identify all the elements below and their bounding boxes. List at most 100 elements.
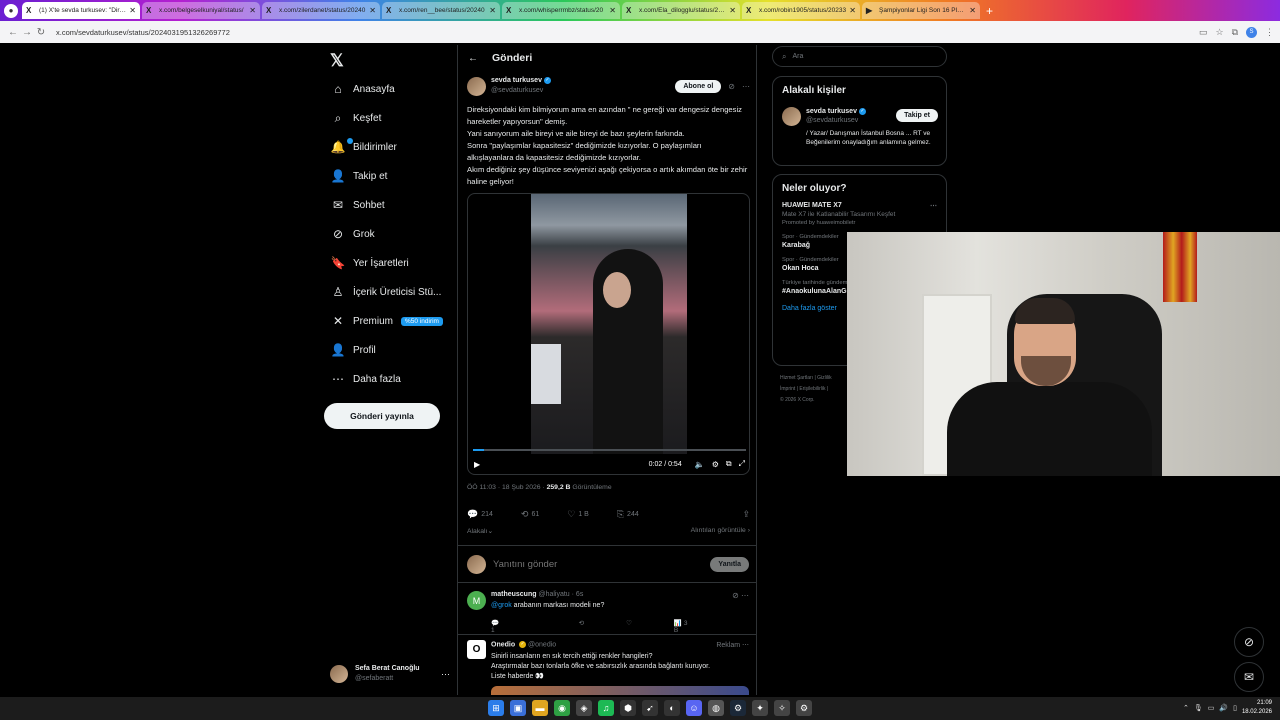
volume-icon[interactable]: 🔊 [1219,704,1228,712]
related-person[interactable]: sevda turkusev ✓ @sevdaturkusev Takip et … [773,104,946,174]
new-tab-button[interactable]: + [986,4,993,18]
footer-link[interactable]: İmprint | Erişilebilirlik | [780,384,850,395]
nav-item-2[interactable]: ⌕ Keşfet [330,107,382,129]
mention-link[interactable]: @grok [491,602,512,609]
steam-icon[interactable]: ⚙ [730,700,746,716]
forward-arrow-icon[interactable]: → [20,27,34,38]
settings-icon[interactable]: ⚙ [712,460,719,469]
nav-item-8[interactable]: ♙ İçerik Üreticisi Stü... [330,281,442,303]
browser-tab[interactable]: X (1) X'te sevda turkusev: "Direks ✕ [22,2,140,19]
url-field[interactable]: x.com/sevdaturkusev/status/2024031951326… [56,28,1199,37]
browser-menu-icon[interactable]: ● [4,3,18,18]
app-icon[interactable]: ✧ [774,700,790,716]
volume-icon[interactable]: 🔈 [695,460,705,469]
nav-item-5[interactable]: ✉ Sohbet [330,194,385,216]
reload-icon[interactable]: ↻ [34,27,48,38]
more-icon[interactable]: ⋯ [930,202,937,210]
nav-item-11[interactable]: ⋯ Daha fazla [330,368,401,390]
extensions-icon[interactable]: ⧉ [1232,27,1238,38]
browser-tab[interactable]: ▶ Şampiyonlar Ligi Son 16 Play-O ✕ [862,2,980,19]
list-item[interactable]: M matheuscung @haliyatu · 6s ⊘ ⋯ @grok a… [458,585,756,635]
nav-item-9[interactable]: ✕ Premium %50 indirim [330,310,443,332]
onedio-logo-icon[interactable]: O [467,640,486,659]
grok-icon[interactable]: ⊘ [732,591,739,600]
messages-float-button[interactable]: ✉ [1234,662,1264,692]
fullscreen-icon[interactable]: ⤢ [739,459,745,469]
app-icon[interactable]: ◈ [576,700,592,716]
more-icon[interactable]: ⋯ [742,82,750,91]
reply-button[interactable]: Yanıtla [710,556,749,572]
post-timestamp[interactable]: ÖÖ 11:03 · 18 Şub 2026 · [467,484,545,491]
widgets-icon[interactable]: ▣ [510,700,526,716]
x-logo-icon[interactable]: 𝕏 [330,51,344,71]
close-icon[interactable]: ✕ [369,6,376,15]
promoted-post[interactable]: O Onedio ✓ @onedio Reklam ⋯ Sinirli insa… [458,636,756,695]
back-arrow-icon[interactable]: ← [6,27,20,38]
nav-item-4[interactable]: 👤 Takip et [330,165,388,187]
grok-icon[interactable]: ⊘ [728,82,735,91]
ad-name[interactable]: Onedio [491,641,515,648]
app-icon[interactable]: ➹ [642,700,658,716]
browser-more-icon[interactable]: ⋮ [1265,27,1274,38]
browser-tab[interactable]: Xx.com/Ela_dilogglu/status/2024 ✕ [622,2,740,19]
browser-tab[interactable]: Xx.com/robin1905/status/20233 ✕ [742,2,860,19]
repost-action[interactable]: ⟲ 61 [521,509,539,520]
pip-icon[interactable]: ⧉ [726,459,732,469]
trend-item[interactable]: HUAWEI MATE X7 ⋯ Mate X7 ile Katlanabilir … [782,202,937,226]
nav-item-7[interactable]: 🔖 Yer İşaretleri [330,252,409,274]
bookmark-star-icon[interactable]: ☆ [1215,27,1223,38]
bookmark-action[interactable]: ⎘ 244 [617,509,639,520]
search-input[interactable]: ⌕ Ara [772,46,947,67]
browser-tab[interactable]: Xx.com/belgeselkuniyal/status/ ✕ [142,2,260,19]
share-icon[interactable]: ⇪ [742,509,750,520]
footer-link[interactable]: Hizmet Şartları | Gizlilik [780,373,850,384]
browser-tab[interactable]: Xx.com/zilerdanet/status/20240 ✕ [262,2,380,19]
chevron-up-icon[interactable]: ⌃ [1183,704,1189,712]
repost-action[interactable]: ⟲ [579,619,584,635]
clock[interactable]: 21:09 18.02.2026 [1242,699,1272,717]
close-icon[interactable]: ✕ [849,6,856,15]
close-icon[interactable]: ✕ [969,6,976,15]
related-sort[interactable]: Alakalı⌄ [467,527,493,535]
view-quotes-link[interactable]: Alıntıları görüntüle › [691,527,750,535]
ad-image[interactable] [491,686,749,695]
mic-icon[interactable]: 🎙 [1194,704,1203,712]
author-handle[interactable]: @sevdaturkusev [491,86,551,96]
reply-name[interactable]: matheuscung [491,591,537,598]
browser-tab[interactable]: Xx.com/ren__bee/status/20240 ✕ [382,2,500,19]
related-person-name[interactable]: sevda turkusev [806,108,857,115]
cast-icon[interactable]: ▭ [1199,27,1208,38]
video-player[interactable]: ▶ 0:02 / 0:54 🔈 ⚙ ⧉ ⤢ [467,193,750,475]
profile-icon[interactable]: S [1246,26,1257,38]
app-icon[interactable]: ◐ [664,700,680,716]
file-explorer-icon[interactable]: ▬ [532,700,548,716]
battery-icon[interactable]: ▯ [1233,704,1237,712]
close-icon[interactable]: ✕ [609,6,616,15]
reply-action[interactable]: 💬 1 [491,619,537,635]
more-icon[interactable]: ⋯ [741,591,749,600]
nav-item-3[interactable]: 🔔 Bildirimler [330,136,397,158]
chrome-icon[interactable]: ◉ [554,700,570,716]
discord-icon[interactable]: ☺ [686,700,702,716]
close-icon[interactable]: ✕ [489,6,496,15]
avatar[interactable] [467,76,486,96]
avatar[interactable] [782,107,801,126]
browser-tab[interactable]: Xx.com/whisperrmbz/status/20 ✕ [502,2,620,19]
nav-item-1[interactable]: ⌂ Anasayfa [330,78,394,100]
like-action[interactable]: ♡ 1 B [567,509,589,520]
close-icon[interactable]: ✕ [249,6,256,15]
app-icon[interactable]: ✦ [752,700,768,716]
more-icon[interactable]: ⋯ [441,669,450,680]
author-name[interactable]: sevda turkusev [491,77,542,84]
like-action[interactable]: ♡ [626,619,632,635]
reply-input[interactable] [493,558,683,570]
app-icon[interactable]: ⬢ [620,700,636,716]
close-icon[interactable]: ✕ [129,6,136,15]
app-icon[interactable]: ◍ [708,700,724,716]
settings-icon[interactable]: ⚙ [796,700,812,716]
network-icon[interactable]: ▭ [1208,704,1215,712]
reply-action[interactable]: 💬 214 [467,509,493,520]
nav-item-6[interactable]: ⊘ Grok [330,223,375,245]
views-action[interactable]: 📊 3 B [674,619,720,635]
nav-item-10[interactable]: 👤 Profil [330,339,376,361]
